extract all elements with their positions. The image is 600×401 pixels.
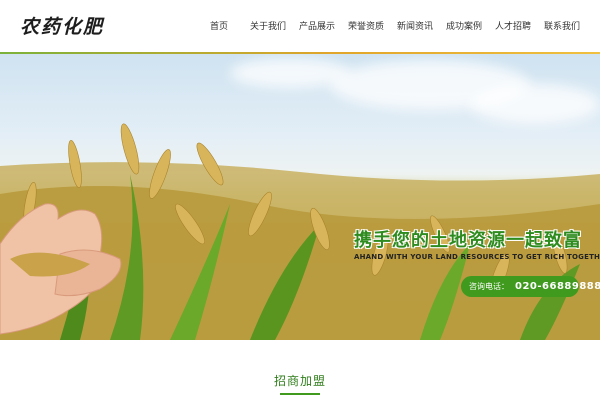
nav-item-jobs[interactable]: 人才招聘 — [495, 19, 531, 32]
wheat-field-image — [0, 123, 600, 340]
hotline-label: 咨询电话： — [469, 282, 509, 291]
nav-item-contact[interactable]: 联系我们 — [544, 19, 580, 32]
nav-item-cases[interactable]: 成功案例 — [446, 19, 482, 32]
site-logo[interactable]: 农药化肥 — [20, 12, 104, 39]
site-header: 农药化肥 首页 关于我们 产品展示 荣誉资质 新闻资讯 成功案例 人才招聘 联系… — [0, 0, 600, 52]
nav-item-about[interactable]: 关于我们 — [250, 19, 286, 32]
nav-item-honors[interactable]: 荣誉资质 — [348, 19, 384, 32]
nav-item-products[interactable]: 产品展示 — [299, 19, 335, 32]
hotline-button[interactable]: 咨询电话： 020-66889888 — [461, 276, 600, 297]
section-title: 招商加盟 — [273, 374, 326, 388]
banner-slogan: 携手您的土地资源一起致富 — [354, 230, 582, 251]
banner-slogan-english: AHAND WITH YOUR LAND RESOURCES TO GET RI… — [354, 253, 600, 261]
hotline-number: 020-66889888 — [515, 281, 600, 292]
nav-item-home[interactable]: 首页 — [210, 19, 228, 32]
nav-item-news[interactable]: 新闻资讯 — [397, 19, 433, 32]
hero-banner[interactable]: 携手您的土地资源一起致富 AHAND WITH YOUR LAND RESOUR… — [0, 54, 600, 340]
section-title-underline — [280, 393, 320, 395]
